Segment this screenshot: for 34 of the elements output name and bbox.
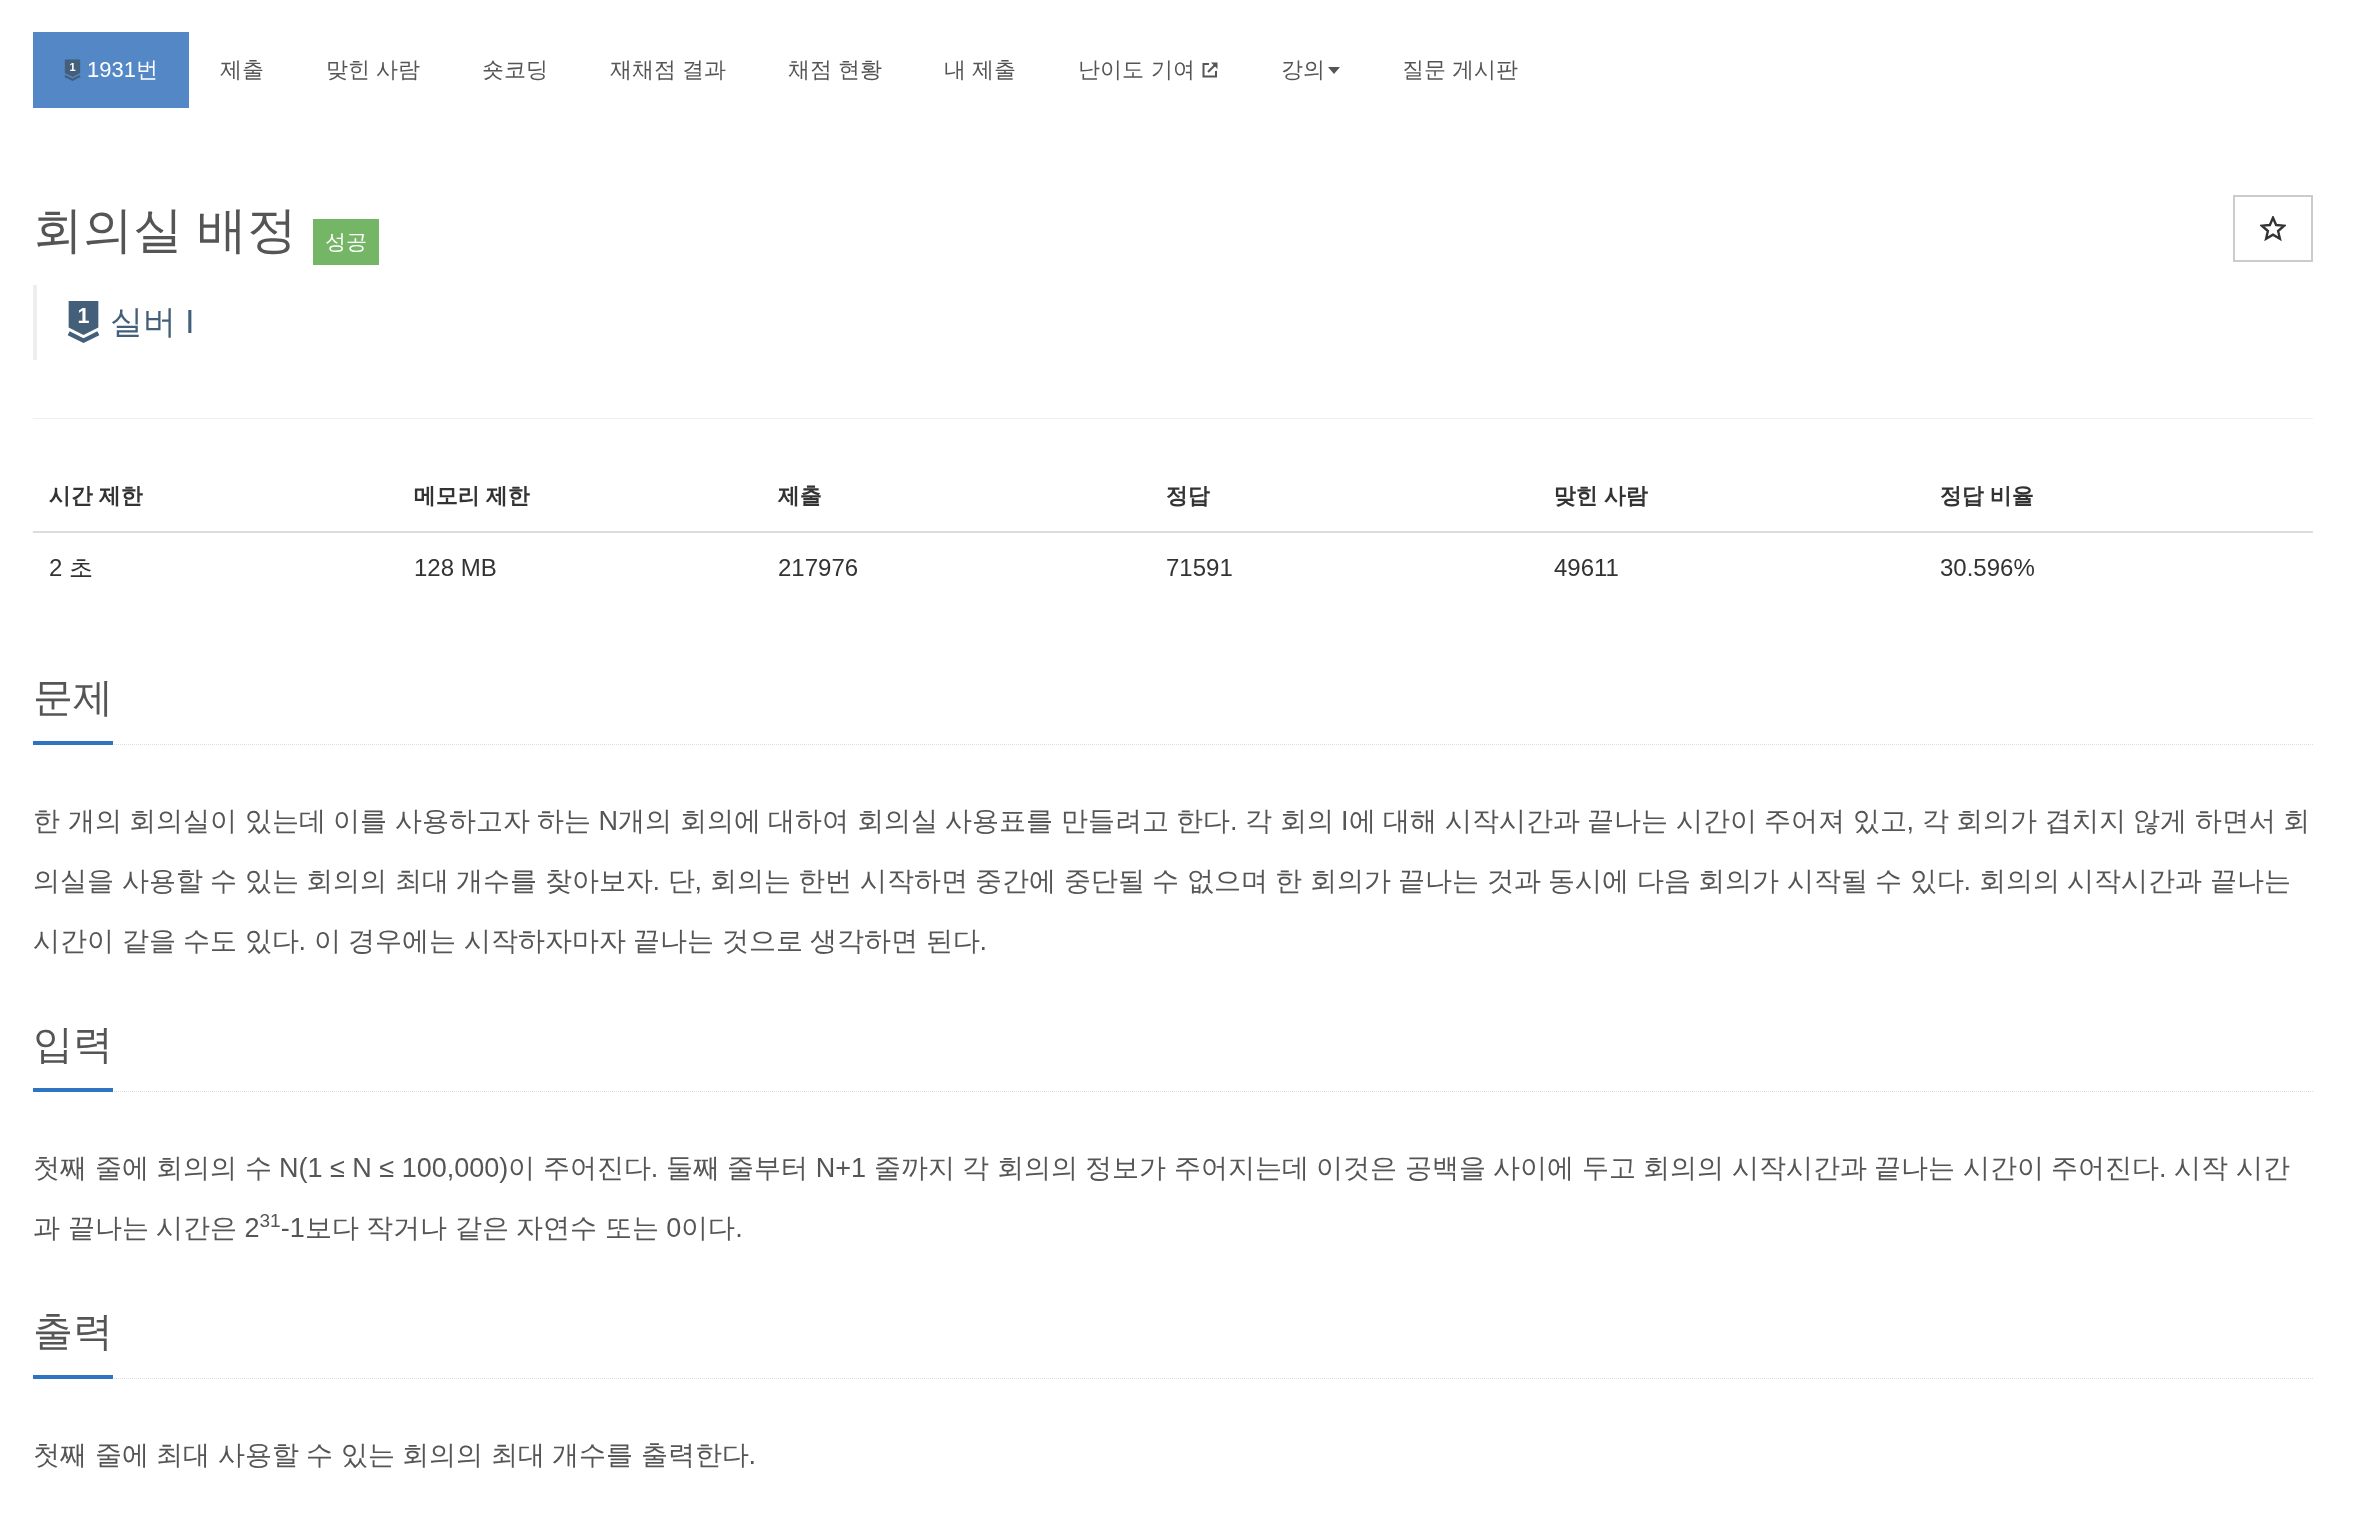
nav-tab[interactable]: 강의	[1249, 32, 1371, 108]
tier-label: 실버 I	[110, 302, 195, 342]
table-cell-text: 30.596%	[1939, 553, 2036, 583]
problem-title: 회의실 배정	[33, 201, 297, 260]
nav-tab[interactable]: 채점 현황	[757, 32, 914, 108]
paragraph: 첫째 줄에 회의의 수 N(1 ≤ N ≤ 100,000)이 주어진다. 둘째 줄부터 N+1 줄까지 각 회의의 정보가 주어지는데 이것은 공백을 사이에 두고 회의의 시작시간과 끝나는 시간이 주어진다. 시작 시간과 끝나는 시간은 2$^{31}$-1보다 작거나 같은 자연수 또는 0이다.	[33, 1152, 2291, 1245]
paragraph: 한 개의 회의실이 있는데 이를 사용하고자 하는 N개의 회의에 대하여 회의실 사용표를 만들려고 한다. 각 회의 I에 대해 시작시간과 끝나는 시간이 주어져 있고, 각 회의가 겹치지 않게 하면서 회의실을 사용할 수 있는 회의의 최대 개수를 찾아보자. 단, 회의는 한번 시작하면 중간에 중단될 수 없으며 한 회의가 끝나는 것과 동시에 다음 회의가 시작될 수 있다. 회의의 시작시간과 끝나는 시간이 같을 수도 있다. 이 경우에는 시작하자마자 끝나는 것으로 생각하면 된다.	[33, 805, 2312, 958]
section-heading: 출력	[33, 1306, 113, 1379]
section-heading: 입력	[33, 1019, 113, 1092]
table-header: 시간 제한	[48, 482, 145, 510]
nav-tab[interactable]: 맞힌 사람	[294, 32, 452, 108]
table-header: 정답 비율	[1939, 482, 2036, 510]
nav-tab[interactable]: 1 1931번	[33, 32, 189, 108]
table-cell-text: 71591	[1165, 553, 1234, 583]
result-badge: 성공	[312, 219, 379, 265]
table-cell-text: 217976	[777, 553, 860, 583]
table-header: 정답	[1165, 482, 1211, 510]
table-header: 제출	[777, 482, 823, 510]
nav-tab[interactable]: 재채점 결과	[579, 32, 758, 108]
table-header: 맞힌 사람	[1553, 482, 1650, 510]
nav-tab[interactable]: 난이도 기여	[1047, 32, 1250, 108]
nav-tab[interactable]: 내 제출	[913, 32, 1048, 108]
star-button[interactable]	[2233, 195, 2313, 262]
table-cell-text: 128 MB	[413, 553, 498, 583]
nav-tab[interactable]: 숏코딩	[451, 32, 580, 108]
paragraph: 첫째 줄에 최대 사용할 수 있는 회의의 최대 개수를 출력한다.	[33, 1439, 757, 1472]
section-heading: 문제	[33, 672, 113, 745]
caret-icon	[1327, 66, 1340, 74]
external-link-icon	[1200, 61, 1219, 79]
table-cell-text: 49611	[1553, 553, 1620, 583]
table-cell-text: 2 초	[48, 553, 94, 583]
table-header: 메모리 제한	[413, 482, 532, 510]
nav-tab[interactable]: 제출	[188, 32, 295, 108]
nav-tab[interactable]: 질문 게시판	[1370, 32, 1549, 108]
